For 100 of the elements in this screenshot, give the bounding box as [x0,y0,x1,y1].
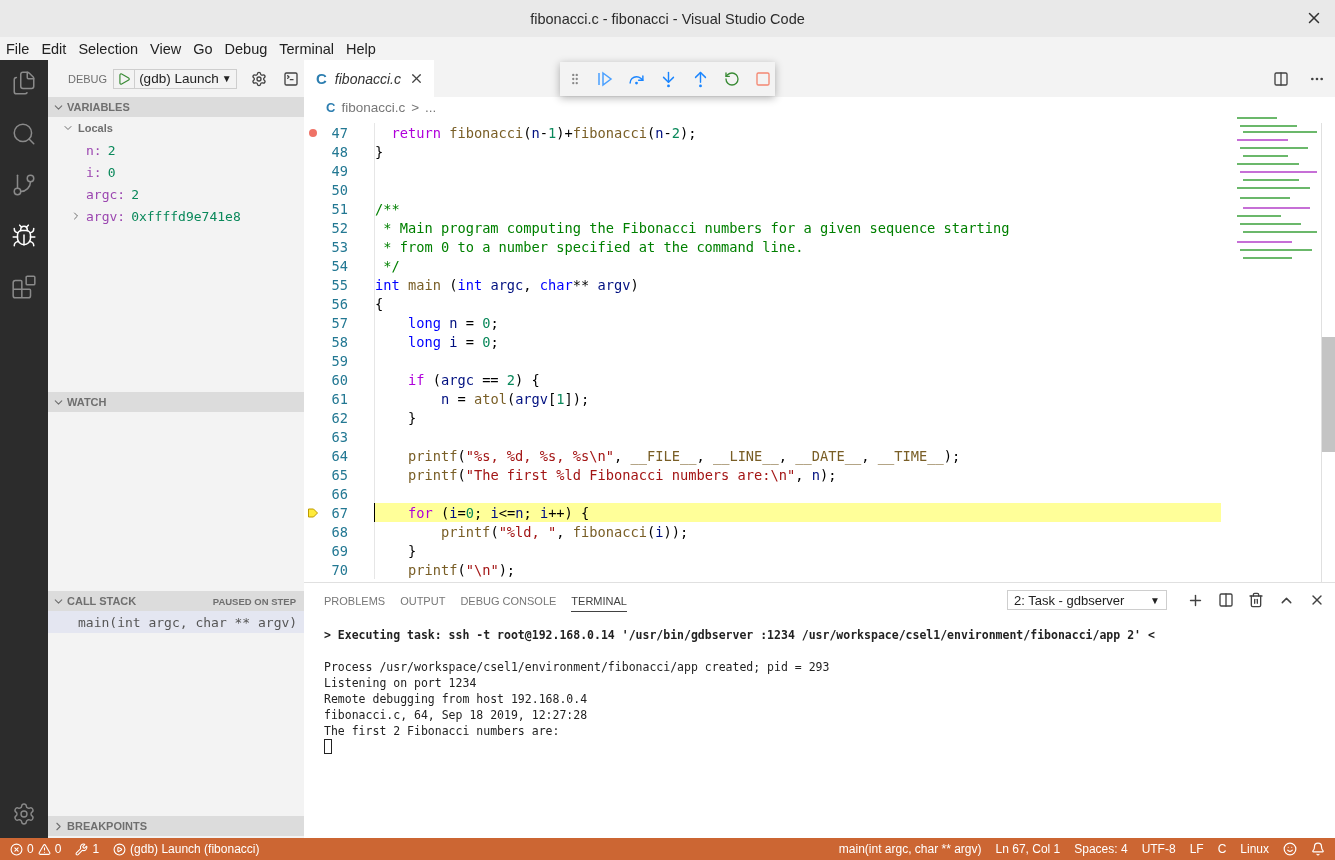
line-number: 53 [330,238,348,255]
step-into-icon[interactable] [660,70,677,88]
line-number: 51 [330,200,348,217]
blocks-icon[interactable] [11,274,37,300]
stack-frame[interactable]: main(int argc, char ** argv) [48,611,304,633]
section-title: BREAKPOINTS [67,820,149,832]
line-number: 54 [330,257,348,274]
variable-value: 2 [107,142,116,158]
panel-tab[interactable]: PROBLEMS [324,588,386,612]
section-title: WATCH [67,396,108,408]
section-header[interactable]: WATCH [48,392,304,412]
status-item[interactable]: C [1217,842,1227,856]
menu-item[interactable]: View [150,40,188,57]
breakpoint-dot[interactable] [309,128,317,137]
code-line: printf("%s, %d, %s, %s\n", __FILE__, __LINE__, __DATE__, __TIME__); [407,447,961,464]
panel-tab[interactable]: OUTPUT [400,588,446,612]
code-line: if (argc == 2) { [407,371,540,388]
code-line: long n = 0; [407,314,499,331]
code-line: } [375,143,384,160]
smiley-icon[interactable] [1283,842,1297,856]
status-item[interactable]: Linux [1240,842,1269,856]
split-terminal-icon[interactable] [1218,592,1234,608]
menu-item[interactable]: Edit [41,40,73,57]
task-count[interactable]: 1 [92,842,100,856]
status-label: PAUSED ON STEP [212,595,296,607]
breadcrumb-item[interactable]: fibonacci.c [341,99,406,115]
section-header[interactable]: CALL STACK PAUSED ON STEP [48,591,304,611]
search-icon[interactable] [11,121,37,147]
terminal-line: fibonacci.c, 64, Sep 18 2019, 12:27:28 [324,707,589,723]
split-editor-icon[interactable] [1273,70,1289,87]
code-line: { [375,295,384,312]
status-item[interactable]: Spaces: 4 [1074,842,1128,856]
bug-icon[interactable] [11,223,37,249]
scope-row[interactable]: Locals [48,117,304,139]
line-number: 69 [330,542,348,559]
panel-tab[interactable]: TERMINAL [571,588,627,612]
section-header[interactable]: BREAKPOINTS [48,816,304,836]
code-line: int main (int argc, char** argv) [375,276,639,293]
code-line: * from 0 to a number specified at the command line. [382,238,804,255]
menu-item[interactable]: Go [193,40,219,57]
panel-tab[interactable]: DEBUG CONSOLE [460,588,557,612]
scope-label: Locals [78,122,113,134]
status-item[interactable]: Ln 67, Col 1 [995,842,1061,856]
status-item[interactable]: main(int argc, char ** argv) [838,842,982,856]
menu-item[interactable]: Terminal [279,40,341,57]
line-number: 65 [330,466,348,483]
wrench-icon[interactable] [75,842,89,856]
editor-tab[interactable]: C fibonacci.c [304,60,434,97]
terminal-line: Remote debugging from host 192.168.0.4 [324,691,589,707]
terminal-select[interactable]: 2: Task - gdbserver ▼ [1007,590,1167,610]
variable-name: argv: [86,208,126,224]
step-out-icon[interactable] [692,70,709,88]
c-file-icon: C [326,99,336,115]
line-number: 66 [330,485,348,502]
line-number: 59 [330,352,348,369]
files-icon[interactable] [11,70,37,96]
line-number: 47 [330,124,348,141]
breadcrumb-separator: > [411,99,420,115]
code-line: return fibonacci(n-1)+fibonacci(n-2); [391,124,697,141]
section-title: VARIABLES [67,101,131,113]
bell-icon[interactable] [1311,842,1325,856]
menu-item[interactable]: Debug [224,40,274,57]
line-number: 58 [330,333,348,350]
restart-icon[interactable] [724,71,740,87]
menu-item[interactable]: File [6,40,36,57]
warning-icon[interactable] [37,842,51,856]
status-item[interactable]: LF [1189,842,1204,856]
line-number: 50 [330,181,348,198]
settings-icon[interactable] [12,802,36,826]
settings-icon[interactable] [250,70,267,87]
variable-value: 0 [107,164,116,180]
terminal-icon[interactable] [282,70,299,87]
menu-item[interactable]: Selection [78,40,145,57]
error-icon[interactable] [10,842,23,856]
play-circle-icon[interactable] [113,842,127,856]
status-item[interactable]: UTF-8 [1141,842,1176,856]
error-count[interactable]: 0 [27,842,34,856]
launch-config-dropdown[interactable]: (gdb) Launch ▼ [113,68,237,89]
warning-count[interactable]: 0 [54,842,62,856]
line-number: 60 [330,371,348,388]
terminal-line: The first 2 Fibonacci numbers are: [324,723,561,739]
trash-icon[interactable] [1248,592,1264,608]
code-line: /** [375,200,400,217]
close-icon[interactable] [409,71,424,86]
section-header[interactable]: VARIABLES [48,97,304,117]
launch-status[interactable]: (gdb) Launch (fibonacci) [130,842,260,856]
line-number: 56 [330,295,348,312]
line-number: 48 [330,143,348,160]
line-number: 63 [330,428,348,445]
code-line: */ [382,257,400,274]
line-number: 49 [330,162,348,179]
menu-item[interactable]: Help [346,40,382,57]
breadcrumb-item[interactable]: ... [425,99,437,115]
line-number: 70 [330,561,348,578]
variable-name: argc: [86,186,126,202]
branch-icon[interactable] [11,172,37,198]
scrollbar-thumb[interactable] [1322,337,1335,452]
variable-name: n: [86,142,102,158]
continue-icon[interactable] [597,71,613,87]
debug-label: DEBUG [68,72,108,85]
